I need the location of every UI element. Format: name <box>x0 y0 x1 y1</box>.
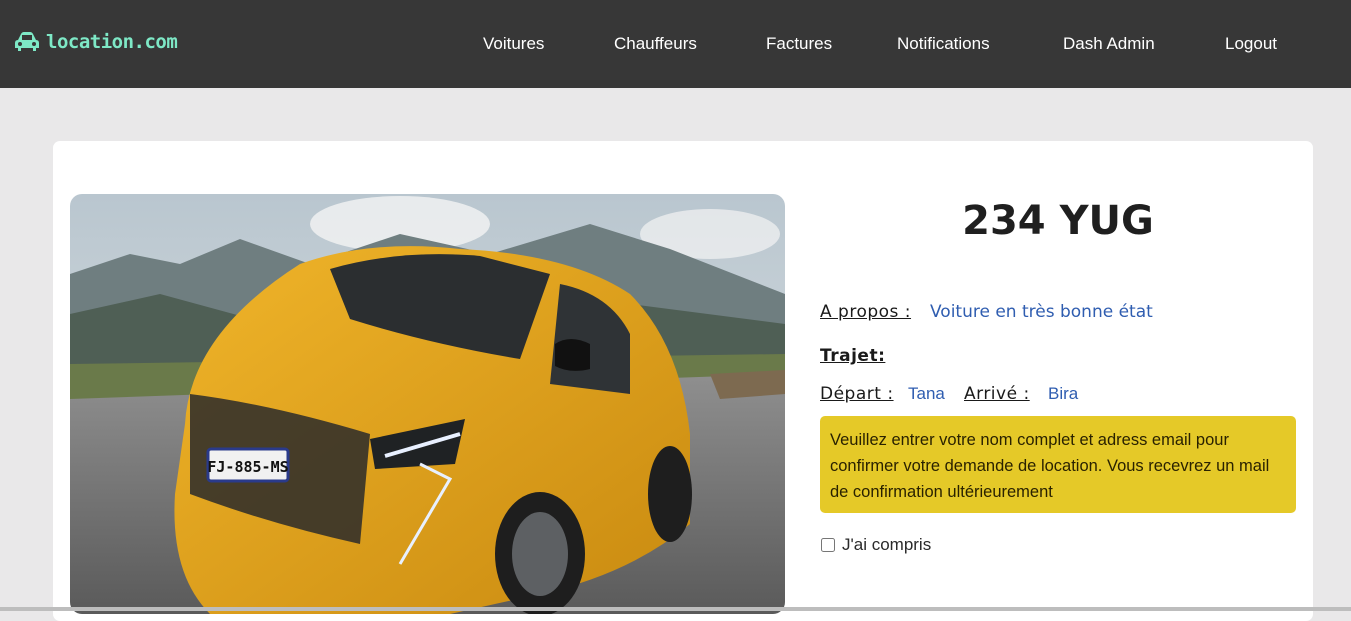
top-navbar: location.com Voitures Chauffeurs Facture… <box>0 0 1351 88</box>
trajet-label: Trajet: <box>820 346 886 366</box>
horizontal-scrollbar[interactable] <box>0 607 1351 611</box>
car-plate-title: 234 YUG <box>962 198 1154 244</box>
nav-link-factures[interactable]: Factures <box>766 34 832 54</box>
nav-link-chauffeurs[interactable]: Chauffeurs <box>614 34 697 54</box>
nav-link-notifications[interactable]: Notifications <box>897 34 990 54</box>
nav-link-dash-admin[interactable]: Dash Admin <box>1063 34 1155 54</box>
about-label: A propos : <box>820 302 912 322</box>
nav-link-logout[interactable]: Logout <box>1225 34 1277 54</box>
arrive-label: Arrivé : <box>964 384 1030 404</box>
confirm-checkbox-row[interactable]: J'ai compris <box>821 535 931 555</box>
arrive-value: Bira <box>1048 384 1079 403</box>
nav-menu: Voitures Chauffeurs Factures Notificatio… <box>0 0 1351 88</box>
nav-link-voitures[interactable]: Voitures <box>483 34 544 54</box>
about-value: Voiture en très bonne état <box>930 302 1153 322</box>
depart-label: Départ : <box>820 384 894 404</box>
confirm-checkbox[interactable] <box>821 538 835 552</box>
confirmation-notice: Veuillez entrer votre nom complet et adr… <box>820 416 1296 513</box>
depart-value: Tana <box>908 384 945 403</box>
confirm-checkbox-label: J'ai compris <box>842 535 932 554</box>
photo-license-plate: FJ-885-MS <box>207 458 288 476</box>
car-photo: FJ-885-MS <box>70 194 785 614</box>
